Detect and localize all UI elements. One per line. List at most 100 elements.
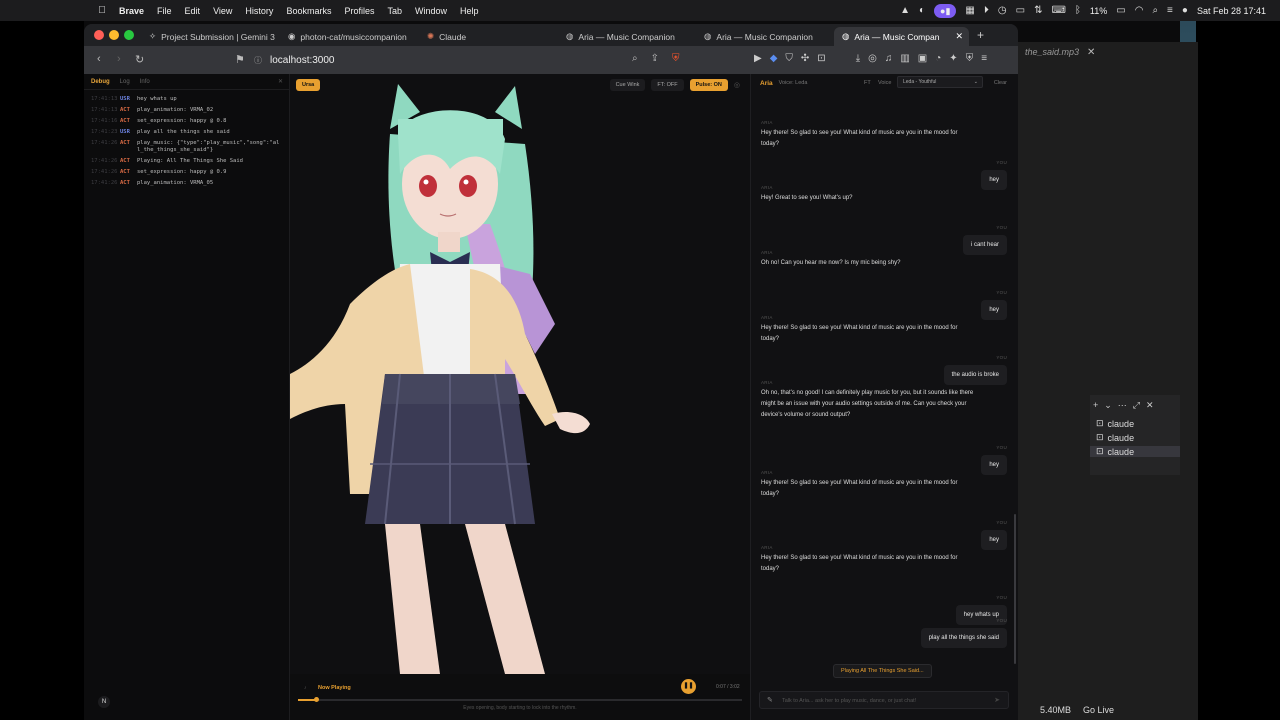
scrollbar[interactable] (1014, 514, 1016, 664)
message-sender: YOU (996, 160, 1007, 165)
menu-view[interactable]: View (213, 6, 232, 16)
reload-icon[interactable]: ↻ (135, 53, 144, 66)
battery-percent[interactable]: 11% (1090, 6, 1107, 16)
tab-aria-active[interactable]: ◍ Aria — Music Compan ✕ (834, 27, 969, 46)
extension-icon[interactable]: ◎ (868, 53, 877, 64)
voice-select[interactable]: Leda - Youthful ⌄ (897, 76, 983, 88)
background-editor-tab[interactable]: the_said.mp3 (1025, 47, 1079, 57)
menu-tab[interactable]: Tab (387, 6, 402, 16)
search-icon[interactable]: ⌕ (1152, 5, 1158, 16)
tab-aria-1[interactable]: ◍ Aria — Music Companion (558, 27, 693, 46)
new-tab-button[interactable]: + (977, 28, 984, 42)
tab-debug[interactable]: Debug (91, 79, 110, 85)
close-icon[interactable]: ✕ (278, 78, 283, 85)
minimize-window-button[interactable] (109, 30, 119, 40)
wallet-icon[interactable]: ▣ (918, 53, 927, 64)
network-icon[interactable]: ⇅ (1034, 5, 1042, 16)
progress-handle[interactable] (313, 697, 319, 702)
close-window-button[interactable] (94, 30, 104, 40)
forward-icon[interactable]: › (117, 53, 121, 65)
menu-history[interactable]: History (245, 6, 273, 16)
status-icon[interactable]: ◐ (919, 5, 925, 16)
tab-claude[interactable]: ✺ Claude (419, 27, 554, 46)
share-icon[interactable]: ⇪ (651, 53, 659, 64)
vpn-icon[interactable]: ◔ (935, 53, 941, 64)
download-icon[interactable]: ⤓ (856, 53, 860, 64)
terminal-item[interactable]: ⊡ claude (1096, 418, 1134, 429)
menu-window[interactable]: Window (415, 6, 447, 16)
log-line: 17:41:26 ACT set_expression: happy @ 0.9 (84, 167, 289, 178)
log-timestamp: 17:41:23 (91, 129, 118, 135)
web-page: Debug Log Info ✕ 17:41:13 USR hey whats up… (84, 74, 1018, 720)
zoom-window-button[interactable] (124, 30, 134, 40)
zoom-icon[interactable]: ⌕ (632, 53, 638, 64)
menu-icon[interactable]: ≡ (981, 53, 987, 64)
panel-controls[interactable]: +⌄⋯⤢✕ (1093, 400, 1160, 411)
chat-input[interactable] (782, 695, 982, 706)
battery-icon[interactable]: ▭ (1116, 5, 1125, 16)
clear-button[interactable]: Clear (994, 80, 1007, 86)
pause-button[interactable]: ❚❚ (681, 679, 696, 694)
message-text: Oh no, that's no good! I can definitely … (761, 390, 974, 418)
send-icon[interactable]: ➤ (994, 696, 1000, 704)
menu-bookmarks[interactable]: Bookmarks (286, 6, 331, 16)
tab-aria-2[interactable]: ◍ Aria — Music Companion (696, 27, 831, 46)
message-list[interactable]: ARIA Hey there! So glad to see you! What … (751, 98, 1018, 658)
apple-menu-icon[interactable]:  (95, 5, 109, 16)
address-bar[interactable]: ⓘ localhost:3000 (254, 51, 694, 69)
grid-icon[interactable]: ▦ (965, 5, 974, 16)
keyboard-icon[interactable]: ⌨ (1051, 5, 1065, 16)
message-sender: YOU (996, 225, 1007, 230)
extension-icon[interactable]: ✣ (801, 53, 809, 64)
wifi-icon[interactable]: ◠ (1135, 5, 1144, 16)
brave-shields-icon[interactable]: ⛨ (672, 53, 680, 64)
macos-menu-bar:  Brave File Edit View History Bookmarks… (0, 0, 1280, 21)
menu-file[interactable]: File (157, 6, 172, 16)
url-text[interactable]: localhost:3000 (270, 55, 335, 66)
clock-icon[interactable]: ◷ (998, 5, 1007, 16)
tab-info[interactable]: Info (140, 79, 150, 85)
menu-app-name[interactable]: Brave (119, 6, 144, 16)
control-center-icon[interactable]: ≡ (1167, 5, 1173, 16)
extension-icon[interactable]: ◆ (770, 53, 778, 64)
status-icon[interactable]: ▲ (900, 5, 910, 16)
debug-log: 17:41:13 USR hey whats up 17:41:13 ACT play_… (84, 90, 289, 189)
app-logo-icon[interactable]: N (98, 696, 110, 708)
bookmark-icon[interactable]: ⚑ (235, 53, 245, 66)
screenshot-icon[interactable]: ⊡ (817, 53, 825, 64)
play-circle-icon[interactable]: ⏵ (984, 5, 989, 16)
menu-help[interactable]: Help (460, 6, 479, 16)
siri-icon[interactable]: ● (1182, 5, 1188, 16)
menu-edit[interactable]: Edit (185, 6, 201, 16)
extension-icon[interactable]: ⛉ (785, 53, 793, 64)
progress-track[interactable] (298, 697, 742, 702)
close-icon[interactable]: ✕ (1087, 47, 1095, 58)
tab-log[interactable]: Log (120, 79, 130, 85)
go-live-button[interactable]: Go Live (1083, 705, 1114, 715)
display-icon[interactable]: ▭ (1016, 5, 1025, 16)
sidebar-icon[interactable]: ▥ (900, 53, 909, 64)
tab-gemini[interactable]: ✧ Project Submission | Gemini 3 (141, 27, 276, 46)
clock-datetime[interactable]: Sat Feb 28 17:41 (1197, 6, 1266, 16)
bluetooth-icon[interactable]: ᛒ (1075, 5, 1081, 16)
music-icon[interactable]: ♫ (885, 53, 893, 64)
site-info-icon[interactable]: ⓘ (254, 55, 262, 66)
menu-profiles[interactable]: Profiles (344, 6, 374, 16)
screen-record-icon[interactable]: ●▮ (934, 3, 957, 18)
avatar-stage[interactable]: Ursa Cue Wink FT: OFF Pulse: ON ◎ ♪ Now … (290, 74, 750, 720)
leo-ai-icon[interactable]: ✦ (949, 53, 957, 64)
shield-icon[interactable]: ⛨ (966, 53, 974, 64)
terminal-item[interactable]: ⊡ claude (1096, 432, 1134, 443)
media-play-icon[interactable]: ▶ (754, 53, 762, 64)
log-message: set_expression: happy @ 0.8 (137, 118, 227, 124)
ft-toggle[interactable]: FT (864, 80, 871, 86)
background-editor-window[interactable] (1015, 42, 1198, 720)
terminal-item[interactable]: ⊡ claude (1090, 446, 1180, 457)
log-kind: ACT (120, 118, 130, 124)
back-icon[interactable]: ‹ (97, 53, 101, 65)
tab-github[interactable]: ◉ photon-cat/musiccompanion (280, 27, 415, 46)
close-tab-icon[interactable]: ✕ (955, 31, 963, 42)
terminal-icon: ⊡ (1096, 432, 1104, 442)
microphone-icon[interactable]: ✎ (767, 696, 773, 704)
chat-input-bar: ✎ ➤ (759, 691, 1009, 709)
